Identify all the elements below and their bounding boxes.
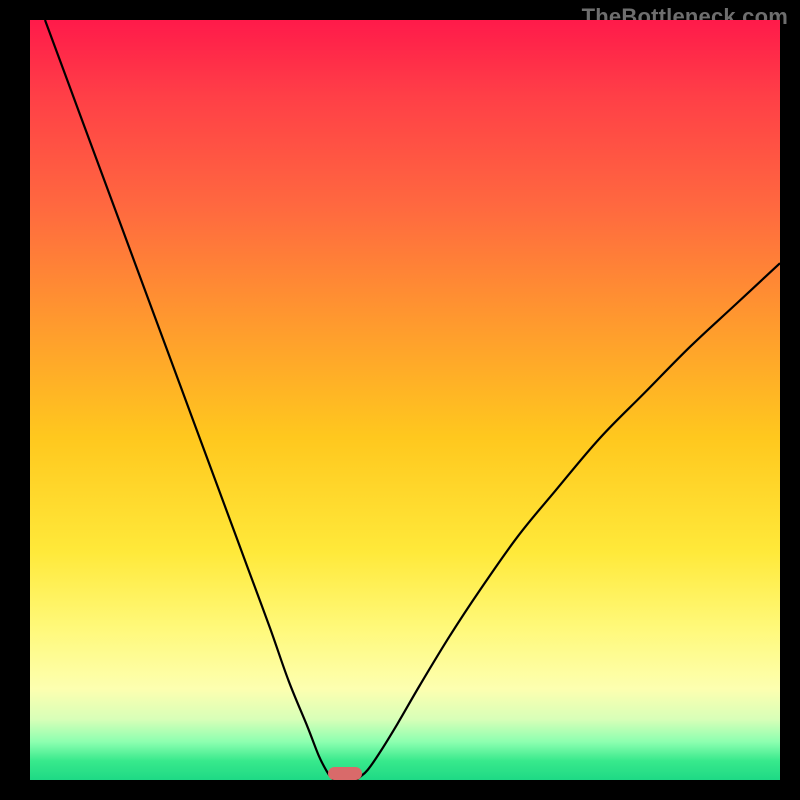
curve-left-branch xyxy=(45,20,335,780)
vertex-marker xyxy=(328,767,362,780)
curve-right-branch xyxy=(356,263,780,780)
chart-frame: TheBottleneck.com xyxy=(0,0,800,800)
plot-area xyxy=(30,20,780,780)
curve-layer xyxy=(30,20,780,780)
